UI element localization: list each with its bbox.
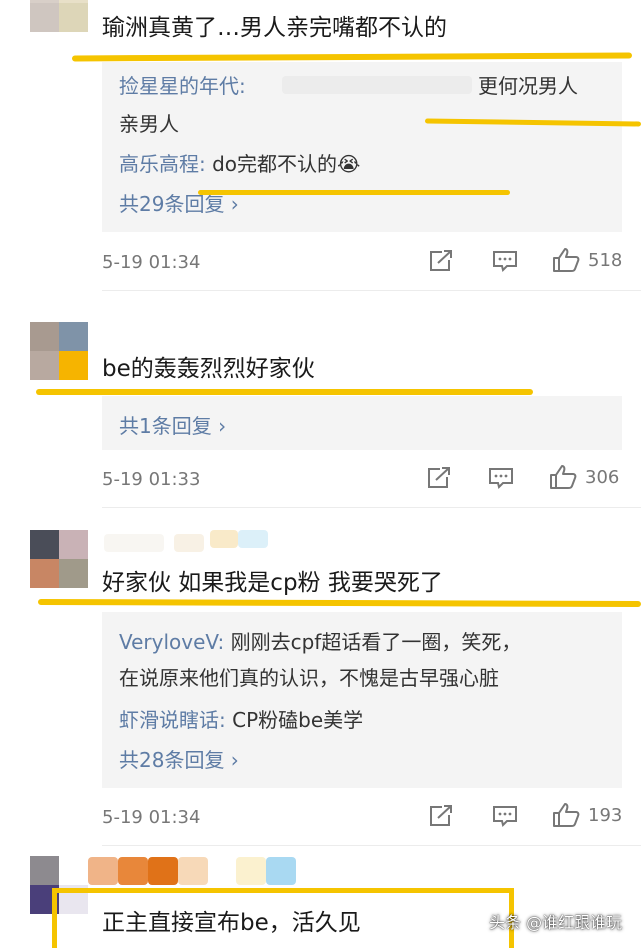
comment-icon (489, 468, 513, 489)
avatar[interactable] (30, 322, 88, 380)
share-button[interactable] (426, 466, 452, 490)
share-icon (430, 805, 452, 826)
highlight-underline (37, 598, 641, 608)
blurred-username (174, 534, 204, 552)
reply-username[interactable]: 虾滑说瞎话 (119, 708, 219, 732)
timestamp: 5-19 01:33 (102, 469, 201, 490)
more-replies-link[interactable]: 共28条回复 › (119, 744, 239, 773)
comment-text: be的轰轰烈烈好家伙 (102, 356, 315, 382)
like-icon (553, 248, 580, 272)
highlight-underline (71, 52, 633, 62)
divider (102, 507, 641, 508)
highlight-underline (198, 190, 510, 195)
comment-icon (493, 251, 517, 272)
like-icon (550, 465, 577, 489)
blurred-username (236, 857, 266, 885)
comment-text: 正主直接宣布be，活久见 (102, 910, 361, 936)
divider (102, 290, 641, 291)
reply-1: VeryloveV: 刚刚去cpf超话看了一圈，笑死， (119, 630, 522, 654)
reply-text: do完都不认的😭 (205, 152, 361, 176)
comment-button[interactable] (488, 466, 514, 490)
timestamp: 5-19 01:34 (102, 807, 201, 828)
like-button[interactable]: 193 (552, 802, 622, 828)
comment-text: 好家伙 如果我是cp粉 我要哭死了 (102, 570, 443, 596)
blurred-username (266, 857, 296, 885)
blurred-username (104, 534, 164, 552)
blurred-username (88, 857, 118, 885)
share-button[interactable] (428, 804, 454, 828)
reply-username[interactable]: 捡星星的年代 (119, 74, 239, 98)
reply-username[interactable]: 高乐高程 (119, 152, 199, 176)
reply-text: 刚刚去cpf超话看了一圈，笑死， (224, 630, 522, 654)
blurred-username (238, 530, 268, 548)
timestamp: 5-19 01:34 (102, 252, 201, 273)
blurred-username (210, 530, 238, 548)
reply-text-line2: 亲男人 (119, 112, 179, 136)
like-count: 193 (588, 804, 623, 826)
like-count: 518 (588, 249, 623, 271)
reply-text: CP粉磕be美学 (225, 708, 364, 732)
blurred-username (118, 857, 148, 885)
reply-username[interactable]: VeryloveV (119, 630, 217, 654)
comment-icon (493, 806, 517, 827)
blurred-username (178, 857, 208, 885)
reply-box: 捡星星的年代: 更何况男人 亲男人 高乐高程: do完都不认的😭 共29条回复 … (102, 62, 622, 232)
avatar[interactable] (30, 0, 88, 32)
highlight-underline (36, 389, 533, 395)
reply-2: 虾滑说瞎话: CP粉磕be美学 (119, 708, 364, 732)
divider (102, 845, 641, 846)
reply-1: 捡星星的年代: (119, 74, 246, 98)
like-button[interactable]: 518 (552, 247, 622, 273)
blurred-text (282, 76, 472, 94)
like-icon (553, 803, 580, 827)
share-button[interactable] (428, 249, 454, 273)
like-count: 306 (585, 466, 620, 488)
comment-text: 瑜洲真黄了…男人亲完嘴都不认的 (102, 15, 447, 41)
comment-button[interactable] (492, 804, 518, 828)
more-replies-link[interactable]: 共1条回复 › (119, 410, 226, 439)
reply-text-line2: 在说原来他们真的认识，不愧是古早强心脏 (119, 666, 499, 690)
reply-2: 高乐高程: do完都不认的😭 (119, 152, 361, 176)
share-icon (428, 467, 450, 488)
blurred-username (148, 857, 178, 885)
avatar[interactable] (30, 530, 88, 588)
reply-box: 共1条回复 › (102, 396, 622, 450)
share-icon (430, 250, 452, 271)
reply-text-end: 更何况男人 (478, 74, 578, 98)
comment-button[interactable] (492, 249, 518, 273)
watermark: 头条 @谁红跟谁玩 (489, 913, 623, 932)
like-button[interactable]: 306 (549, 464, 619, 490)
reply-box: VeryloveV: 刚刚去cpf超话看了一圈，笑死， 在说原来他们真的认识，不… (102, 612, 622, 788)
